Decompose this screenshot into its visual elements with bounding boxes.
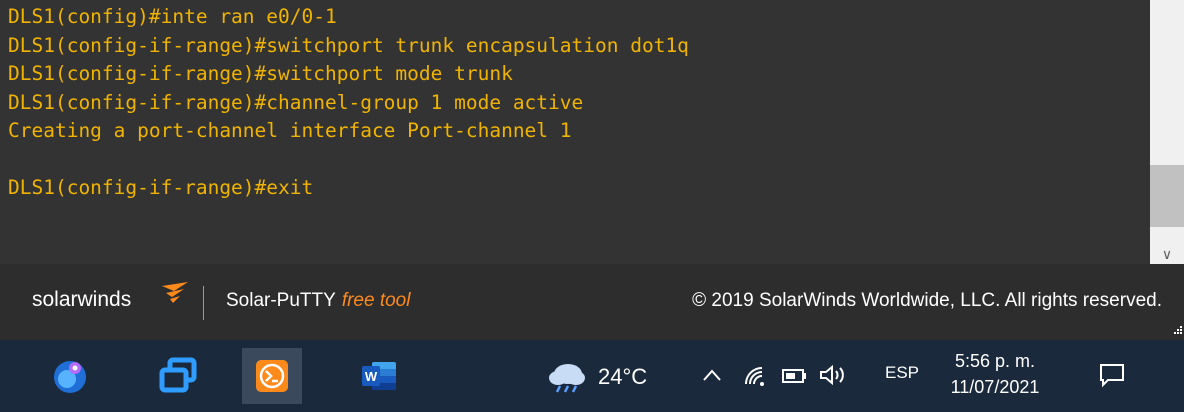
browser-icon	[54, 361, 86, 393]
weather-widget[interactable]: 24°C	[546, 360, 647, 394]
svg-text:W: W	[365, 369, 378, 384]
cloud-rain-icon	[549, 364, 585, 393]
language-indicator[interactable]: ESP	[885, 363, 919, 383]
resize-grip-icon[interactable]	[1172, 326, 1182, 336]
terminal-line: Creating a port-channel interface Port-c…	[8, 119, 572, 142]
terminal-scrollbar[interactable]: ∨	[1150, 0, 1184, 264]
product-label: Solar-PuTTY	[226, 290, 336, 311]
scrollbar-thumb[interactable]	[1150, 165, 1184, 227]
solarwinds-banner: solarwinds Solar-PuTTY free tool © 2019 S…	[0, 264, 1184, 340]
taskbar-app-word[interactable]: W	[348, 348, 408, 404]
weather-temperature: 24°C	[598, 364, 648, 389]
clock-time: 5:56 p. m.	[954, 351, 1036, 371]
free-tool-label: free tool	[341, 290, 411, 311]
speaker-icon[interactable]	[818, 360, 852, 390]
taskbar: W 24°C ESP 5:56 p. m. 11/07/2021	[0, 340, 1184, 412]
window-manager-icon	[159, 357, 197, 393]
terminal-output[interactable]: DLS1(config)#inte ran e0/0-1 DLS1(config-…	[0, 0, 1150, 203]
wifi-icon[interactable]	[742, 360, 768, 390]
copyright-text: © 2019 SolarWinds Worldwide, LLC. All ri…	[692, 290, 1162, 311]
clock-date: 11/07/2021	[950, 377, 1040, 397]
battery-icon[interactable]	[781, 360, 809, 390]
banner-divider	[203, 286, 204, 320]
solarwinds-logo[interactable]: solarwinds	[32, 288, 131, 312]
flame-icon	[162, 282, 188, 303]
terminal-line: DLS1(config)#inte ran e0/0-1	[8, 5, 337, 28]
notification-icon[interactable]	[1098, 361, 1126, 389]
taskbar-app-browser[interactable]	[40, 348, 100, 404]
chevron-up-icon[interactable]	[702, 360, 722, 390]
taskbar-app-window-manager[interactable]	[148, 348, 208, 404]
product-name[interactable]: Solar-PuTTY free tool	[226, 290, 410, 312]
word-icon: W	[362, 362, 396, 390]
solar-putty-icon	[256, 360, 288, 392]
scroll-down-icon[interactable]: ∨	[1150, 244, 1184, 264]
taskbar-app-solar-putty[interactable]	[242, 348, 302, 404]
clock[interactable]: 5:56 p. m. 11/07/2021	[945, 348, 1045, 400]
terminal-line: DLS1(config-if-range)#channel-group 1 mo…	[8, 90, 584, 114]
terminal-line: DLS1(config-if-range)#switchport trunk e…	[8, 33, 689, 57]
terminal-line: DLS1(config-if-range)#switchport mode tr…	[8, 62, 513, 85]
terminal-line: DLS1(config-if-range)#exit	[8, 176, 314, 199]
terminal-window[interactable]: DLS1(config)#inte ran e0/0-1 DLS1(config-…	[0, 0, 1150, 264]
